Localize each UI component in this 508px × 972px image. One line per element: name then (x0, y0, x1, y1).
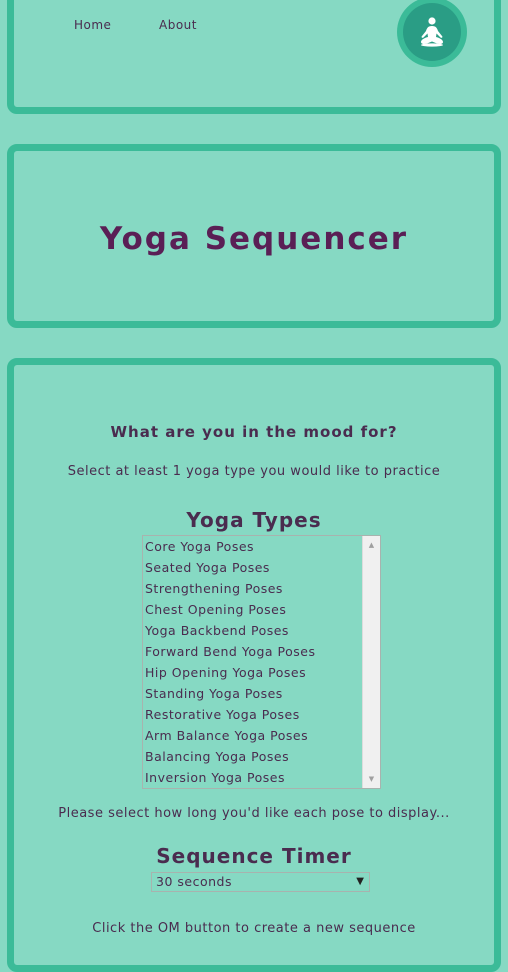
sequence-timer-heading: Sequence Timer (156, 844, 352, 868)
title-banner: Yoga Sequencer (7, 144, 501, 328)
yoga-types-heading: Yoga Types (186, 508, 322, 532)
sequence-timer-select[interactable]: 30 seconds ▼ (151, 872, 370, 892)
duration-instructions: Please select how long you'd like each p… (58, 806, 450, 821)
yoga-type-option[interactable]: Core Yoga Poses (143, 536, 362, 557)
yoga-type-option[interactable]: Forward Bend Yoga Poses (143, 641, 362, 662)
yoga-types-options: Core Yoga Poses Seated Yoga Poses Streng… (143, 536, 362, 788)
select-instructions: Select at least 1 yoga type you would li… (67, 464, 441, 479)
scroll-down-icon[interactable]: ▼ (363, 772, 380, 786)
yoga-type-option[interactable]: Chest Opening Poses (143, 599, 362, 620)
nav-link-home[interactable]: Home (74, 18, 111, 32)
scroll-up-icon[interactable]: ▲ (363, 538, 380, 552)
yoga-type-option[interactable]: Yoga Backbend Poses (143, 620, 362, 641)
dropdown-arrow-icon: ▼ (356, 876, 364, 887)
yoga-type-option[interactable]: Balancing Yoga Poses (143, 746, 362, 767)
nav-link-about[interactable]: About (159, 18, 197, 32)
yoga-type-option[interactable]: Restorative Yoga Poses (143, 704, 362, 725)
nav-bar: Home About (7, 0, 501, 114)
yoga-type-option[interactable]: Seated Yoga Poses (143, 557, 362, 578)
page-title: Yoga Sequencer (99, 221, 409, 257)
yoga-type-option[interactable]: Standing Yoga Poses (143, 683, 362, 704)
timer-selected-value: 30 seconds (156, 874, 232, 889)
meditation-pose-icon (421, 17, 443, 47)
yoga-type-option[interactable]: Inversion Yoga Poses (143, 767, 362, 788)
yoga-types-listbox[interactable]: Core Yoga Poses Seated Yoga Poses Streng… (142, 535, 381, 789)
logo[interactable] (397, 0, 467, 67)
om-instructions: Click the OM button to create a new sequ… (92, 921, 416, 936)
main-panel: What are you in the mood for? Select at … (7, 358, 501, 972)
logo-inner (403, 3, 461, 61)
yoga-type-option[interactable]: Hip Opening Yoga Poses (143, 662, 362, 683)
yoga-type-option[interactable]: Arm Balance Yoga Poses (143, 725, 362, 746)
mood-heading: What are you in the mood for? (110, 423, 398, 441)
yoga-type-option[interactable]: Strengthening Poses (143, 578, 362, 599)
listbox-scrollbar[interactable]: ▲ ▼ (362, 536, 380, 788)
